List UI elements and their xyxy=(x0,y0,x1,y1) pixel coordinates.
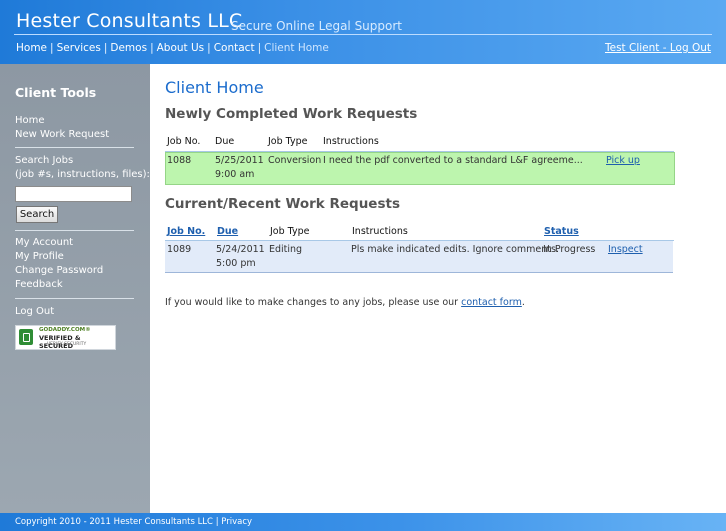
sidebar-item-change-password[interactable]: Change Password xyxy=(15,265,103,276)
site-header: Hester Consultants LLC Secure Online Leg… xyxy=(0,0,726,64)
column-instructions: Instructions xyxy=(352,226,408,237)
job-status: In Progress xyxy=(543,244,596,255)
due-date: 5/24/2011 xyxy=(216,244,265,255)
copyright-text: Copyright 2010 - 2011 Hester Consultants… xyxy=(15,517,213,527)
column-due: Due xyxy=(215,136,235,147)
completed-work-heading: Newly Completed Work Requests xyxy=(165,106,418,122)
search-jobs-input[interactable] xyxy=(15,186,132,202)
site-footer: Copyright 2010 - 2011 Hester Consultants… xyxy=(0,513,726,531)
nav-client-home-current: Client Home xyxy=(264,42,329,54)
job-number: 1088 xyxy=(167,155,192,166)
sidebar-item-feedback[interactable]: Feedback xyxy=(15,279,63,290)
sidebar-item-new-work-request[interactable]: New Work Request xyxy=(15,129,109,140)
job-instructions: I need the pdf converted to a standard L… xyxy=(323,155,583,166)
sidebar-divider xyxy=(15,230,134,231)
sidebar-item-my-profile[interactable]: My Profile xyxy=(15,251,64,262)
job-type: Editing xyxy=(269,244,303,255)
footer-text: Copyright 2010 - 2011 Hester Consultants… xyxy=(15,517,252,527)
seal-verify-security-text: VERIFY SECURITY xyxy=(47,342,87,347)
due-time: 9:00 am xyxy=(215,169,255,180)
column-job-type: Job Type xyxy=(270,226,310,237)
nav-separator: | xyxy=(257,42,262,54)
nav-services[interactable]: Services xyxy=(57,42,101,54)
inspect-link[interactable]: Inspect xyxy=(608,244,643,255)
sidebar-title: Client Tools xyxy=(15,85,97,100)
job-type: Conversion xyxy=(268,155,322,166)
sort-status-link[interactable]: Status xyxy=(544,226,579,237)
table-row-completed-1088: 1088 5/25/2011 9:00 am Conversion I need… xyxy=(165,152,675,185)
footer-separator: | xyxy=(215,517,219,527)
search-button[interactable]: Search xyxy=(16,206,58,223)
column-instructions: Instructions xyxy=(323,136,379,147)
contact-note-text: If you would like to make changes to any… xyxy=(165,297,459,308)
due-time: 5:00 pm xyxy=(216,258,256,269)
table-row-current-1089: 1089 5/24/2011 5:00 pm Editing Pls make … xyxy=(165,241,673,273)
column-job-no: Job No. xyxy=(167,136,201,147)
nav-separator: | xyxy=(103,42,108,54)
sort-due-link[interactable]: Due xyxy=(217,226,238,237)
verified-secured-seal[interactable]: GODADDY.COM® VERIFIED & SECURED VERIFY S… xyxy=(15,325,116,350)
search-label: Search Jobs xyxy=(15,155,74,166)
nav-separator: | xyxy=(50,42,54,54)
sort-job-no-link[interactable]: Job No. xyxy=(167,226,205,237)
sidebar-item-my-account[interactable]: My Account xyxy=(15,237,73,248)
column-job-type: Job Type xyxy=(268,136,308,147)
shield-icon xyxy=(19,329,33,345)
search-help-text: (job #s, instructions, files): xyxy=(15,169,150,180)
sidebar-divider xyxy=(15,298,134,299)
contact-form-link[interactable]: contact form xyxy=(461,297,522,308)
main-navigation: Home | Services | Demos | About Us | Contact | Cli… xyxy=(16,42,329,54)
client-tools-sidebar: Client Tools Home New Work Request Searc… xyxy=(0,64,150,513)
privacy-link[interactable]: Privacy xyxy=(221,517,252,527)
main-content: Client Home Newly Completed Work Request… xyxy=(150,64,726,513)
account-logout-link[interactable]: Test Client - Log Out xyxy=(605,42,711,54)
site-brand[interactable]: Hester Consultants LLC xyxy=(16,10,242,32)
header-divider xyxy=(14,34,712,35)
contact-note: If you would like to make changes to any… xyxy=(165,297,525,308)
nav-separator: | xyxy=(207,42,211,54)
sidebar-item-home[interactable]: Home xyxy=(15,115,45,126)
site-tagline: Secure Online Legal Support xyxy=(231,19,403,33)
nav-contact[interactable]: Contact xyxy=(214,42,255,54)
due-date: 5/25/2011 xyxy=(215,155,264,166)
page-title: Client Home xyxy=(165,78,264,97)
current-work-heading: Current/Recent Work Requests xyxy=(165,196,400,212)
seal-provider-text: GODADDY.COM® xyxy=(39,327,91,333)
pick-up-link[interactable]: Pick up xyxy=(606,155,640,166)
sidebar-divider xyxy=(15,147,134,148)
sidebar-item-log-out[interactable]: Log Out xyxy=(15,306,54,317)
nav-demos[interactable]: Demos xyxy=(110,42,147,54)
nav-home[interactable]: Home xyxy=(16,42,47,54)
contact-note-period: . xyxy=(521,297,525,308)
nav-separator: | xyxy=(150,42,154,54)
job-number: 1089 xyxy=(167,244,192,255)
job-instructions: Pls make indicated edits. Ignore comment… xyxy=(351,244,559,255)
nav-about-us[interactable]: About Us xyxy=(157,42,205,54)
